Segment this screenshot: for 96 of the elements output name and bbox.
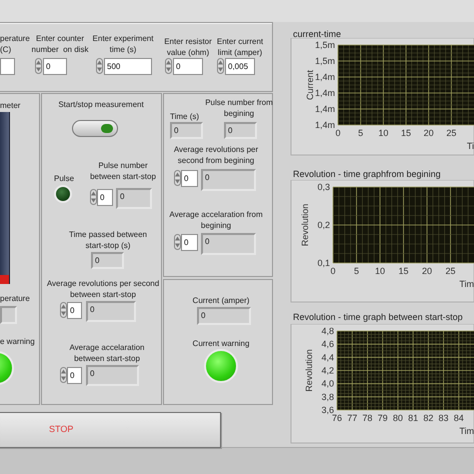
tick-label: 0,1	[317, 258, 330, 268]
readout-field: 0	[197, 307, 251, 325]
tick-label: 82	[423, 413, 434, 423]
tick-label: 76	[332, 413, 342, 423]
number-field[interactable]: 500	[104, 58, 152, 75]
axis-label: Revolution	[304, 349, 314, 392]
axis-label: Revolution	[300, 204, 310, 246]
number-field[interactable]: 0,005	[225, 58, 255, 75]
control-label: Enter current limit (amper)	[216, 36, 264, 58]
control-label: Enter experiment time (s)	[92, 33, 154, 55]
tick-label: 0,2	[317, 220, 330, 230]
graph-title: Revolution - time graph between start-stop	[293, 312, 463, 323]
tick-label: 4,6	[321, 339, 334, 350]
tick-label: 3,8	[321, 392, 334, 402]
spinner-arrows[interactable]	[174, 170, 181, 186]
graph-title: Revolution - time graphfrom begining	[293, 169, 441, 180]
tick-label: 80	[392, 413, 403, 423]
number-field[interactable]: 0	[181, 234, 198, 251]
tick-label: 4,8	[321, 326, 334, 336]
readout-field: 0	[201, 233, 256, 255]
number-field[interactable]: 0	[97, 189, 113, 206]
readout-field: 0	[170, 122, 203, 139]
graph-title: current-time	[293, 29, 342, 40]
readout-field: 0	[86, 365, 139, 386]
number-field[interactable]: 0	[181, 170, 198, 187]
spinner-arrows[interactable]	[60, 302, 67, 318]
control-label: e warning	[0, 336, 35, 347]
tick-label: 25	[446, 128, 456, 138]
readout-field: 0	[86, 301, 136, 322]
tick-label: 4,4	[321, 352, 334, 362]
tick-label: 78	[362, 413, 372, 423]
number-field[interactable]: 0	[43, 58, 67, 75]
axis-label: Current	[305, 70, 315, 100]
tick-label: 0	[336, 128, 340, 138]
axis-label: Tim	[459, 426, 474, 436]
number-field[interactable]: 0	[173, 58, 203, 75]
control-label: Enter counter number on disk	[32, 33, 88, 55]
tick-label: 10	[375, 266, 385, 276]
tick-label: 5	[358, 128, 364, 138]
control-label: Time passed between start-stop (s)	[69, 229, 147, 251]
control-label: Pulse number between start-stop	[90, 160, 156, 182]
readout-field: 0	[91, 252, 124, 269]
tick-label: 0,3	[317, 182, 330, 192]
spinner-arrows[interactable]	[165, 58, 172, 74]
tick-label: 3,6	[321, 405, 334, 415]
tick-label: 10	[378, 128, 388, 138]
control-label: Start/stop measurement	[58, 99, 144, 110]
tick-label: 1,4m	[314, 88, 335, 98]
tick-label: 20	[424, 128, 434, 138]
tick-label: 5	[354, 266, 359, 276]
spinner-arrows[interactable]	[60, 367, 67, 383]
tick-label: 1,4m	[314, 72, 335, 82]
tick-label: 15	[401, 128, 411, 138]
number-field[interactable]: 0	[67, 302, 82, 319]
control-label: Average revolutions per second between start-stop	[46, 278, 160, 300]
number-field[interactable]: 0	[67, 367, 82, 384]
tick-label: 1,5m	[314, 56, 335, 66]
tick-label: 25	[446, 266, 456, 276]
control-label: meter	[0, 100, 20, 111]
tick-label: 1,5m	[314, 40, 335, 50]
tick-label: 84	[454, 413, 464, 423]
control-label: Average accelaration between start-stop	[70, 342, 144, 364]
tick-label: 20	[422, 266, 432, 276]
control-label: Time (s)	[170, 111, 200, 122]
tick-label: 81	[408, 413, 418, 423]
tick-label: 1,4m	[314, 120, 335, 130]
spinner-arrows[interactable]	[35, 58, 42, 74]
readout-field: 0	[201, 169, 256, 191]
control-label: Average accelaration from begining	[169, 209, 263, 231]
control-label: Current (amper)	[192, 295, 250, 306]
axis-label: Ti	[466, 141, 474, 151]
readout-field: 0	[224, 122, 257, 139]
tick-label: 15	[398, 266, 408, 276]
tick-label: 1,4m	[314, 104, 335, 114]
control-label: Pulse	[54, 173, 74, 184]
tick-label: 0	[330, 266, 336, 276]
control-label: Enter resistor value (ohm)	[164, 36, 212, 58]
number-field[interactable]	[0, 58, 15, 75]
control-label: Current warning	[192, 338, 250, 349]
tick-label: 79	[378, 413, 388, 423]
readout-field: 0	[116, 188, 152, 209]
tick-label: 4,2	[321, 366, 334, 376]
spinner-arrows[interactable]	[90, 189, 97, 205]
spinner-arrows[interactable]	[217, 58, 224, 74]
tick-label: 77	[347, 413, 358, 423]
control-label: perature (C)	[0, 33, 30, 55]
control-label: Average revolutions per second from begining	[174, 144, 258, 166]
spinner-arrows[interactable]	[174, 234, 181, 250]
tick-label: 83	[438, 413, 449, 423]
readout-field	[0, 306, 17, 324]
axis-label: Tim	[459, 279, 474, 289]
control-label: perature	[0, 293, 30, 304]
tick-label: 4,0	[321, 378, 334, 389]
toggle-switch[interactable]	[72, 120, 118, 137]
control-label: Pulse number from begining	[205, 97, 273, 119]
spinner-arrows[interactable]	[96, 58, 103, 74]
